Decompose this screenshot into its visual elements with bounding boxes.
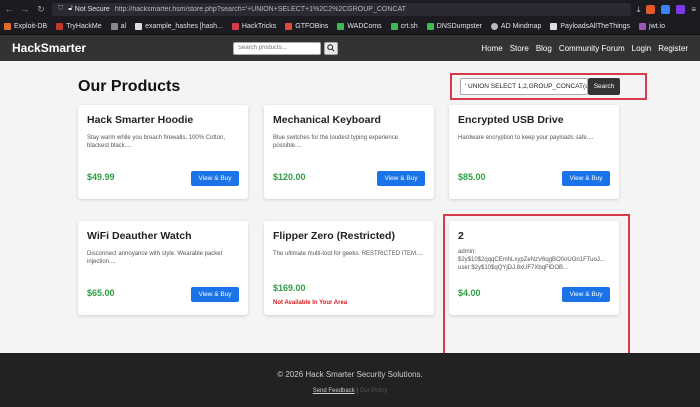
product-description: Stay warm while you breach firewalls. 10… [87,135,226,149]
footer-separator: | [356,388,358,394]
restricted-notice: Not Available In Your Area [273,300,348,306]
foxyproxy-icon[interactable] [676,4,686,14]
view-buy-button[interactable]: View & Buy [562,171,610,186]
view-buy-button[interactable]: View & Buy [191,287,239,302]
nav-links: Home Store Blog Community Forum Login Re… [481,44,688,53]
bookmark-icon [390,22,398,30]
nav-link-blog[interactable]: Blog [536,44,552,53]
nav-link-store[interactable]: Store [510,44,529,53]
search-icon [327,44,335,52]
product-card: Hack Smarter Hoodie Stay warm while you … [78,105,248,199]
bookmark-icon [285,22,293,30]
website-viewport: HackSmarter Home Store Blog Community Fo… [0,35,700,407]
product-price: $169.00 [273,283,306,293]
product-title[interactable]: Flipper Zero (Restricted) [273,230,425,242]
product-price: $65.00 [87,288,115,298]
product-description: Hardware encryption to keep your payload… [458,135,594,141]
send-feedback-link[interactable]: Send Feedback [313,388,355,394]
bookmark-item[interactable]: Exploit-DB [4,22,47,30]
nav-link-register[interactable]: Register [658,44,688,53]
menu-icon[interactable]: ≡ [691,5,696,14]
reload-icon[interactable]: ↻ [36,4,46,15]
product-title[interactable]: Encrypted USB Drive [458,114,610,126]
nav-search [233,41,338,55]
bookmark-item[interactable]: GTFOBins [285,22,328,30]
product-title[interactable]: 2 [458,230,610,242]
folder-icon [110,22,118,30]
nav-link-community-forum[interactable]: Community Forum [559,44,625,53]
nav-search-input[interactable] [233,41,321,55]
browser-toolbar: ← → ↻ ⛉ 🔓︎ Not Secure http://hacksmarter… [0,0,700,18]
footer-copyright: © 2026 Hack Smarter Security Solutions. [277,370,423,379]
product-title[interactable]: Hack Smarter Hoodie [87,114,239,126]
bookmark-icon [56,22,64,30]
bookmark-item[interactable]: example_hashes [hash... [135,22,223,30]
star-extension-icon[interactable] [661,4,671,14]
bookmark-icon [4,22,11,30]
nav-search-button[interactable] [324,41,338,55]
view-buy-button[interactable]: View & Buy [562,287,610,302]
not-secure-indicator[interactable]: 🔓︎ Not Secure [68,5,110,13]
url-text: http://hacksmarter.hsm/store.php?search=… [114,5,406,13]
leaked-line: user:$2y$10$qQYjDJ.8xUF7XbqFlDOB... [458,265,569,271]
shield-icon: ⛉ [58,5,64,12]
bookmarks-bar: Exploit-DB TryHackMe al example_hashes [… [0,18,700,35]
view-buy-button[interactable]: View & Buy [191,171,239,186]
product-description: The ultimate multi-tool for geeks. RESTR… [273,251,423,257]
globe-icon [490,22,498,30]
product-price: $4.00 [458,288,481,298]
site-navbar: HackSmarter Home Store Blog Community Fo… [0,35,700,61]
footer-links: Send Feedback | Our Policy [0,388,700,394]
nav-link-home[interactable]: Home [481,44,502,53]
page-icon [135,22,143,30]
product-description: Disconnect annoyance with style. Wearabl… [87,251,223,265]
leaked-credentials: admin: $2y$10$2qqqCEmhLxypZeNzV6qgBO0oUG… [458,248,618,272]
product-search-input[interactable]: ' UNION SELECT 1,2,GROUP_CONCAT(use [460,78,588,95]
url-bar[interactable]: ⛉ 🔓︎ Not Secure http://hacksmarter.hsm/s… [52,2,631,16]
footer-policy-link[interactable]: Our Policy [360,388,388,394]
unlocked-icon: 🔓︎ [68,5,73,12]
download-icon[interactable]: ⤓ [637,5,641,14]
back-icon[interactable]: ← [4,4,14,14]
product-price: $120.00 [273,172,306,182]
bookmark-item[interactable]: AD Mindmap [490,22,541,30]
bookmark-item[interactable]: HackTricks [231,22,276,30]
bookmark-item[interactable]: WADComs [337,22,382,30]
product-card: Flipper Zero (Restricted) The ultimate m… [264,221,434,315]
shield-extension-icon[interactable] [646,4,656,14]
product-title[interactable]: Mechanical Keyboard [273,114,425,126]
product-card: Mechanical Keyboard Blue switches for th… [264,105,434,199]
product-title[interactable]: WiFi Deauther Watch [87,230,239,242]
bookmark-item[interactable]: DNSDumpster [426,22,482,30]
leaked-line: admin: [458,249,477,255]
nav-link-login[interactable]: Login [632,44,652,53]
bookmark-item[interactable]: TryHackMe [56,22,102,30]
product-card: WiFi Deauther Watch Disconnect annoyance… [78,221,248,315]
site-footer: © 2026 Hack Smarter Security Solutions. … [0,353,700,407]
bookmark-icon [639,22,647,30]
product-price: $49.99 [87,172,115,182]
bookmark-icon [337,22,345,30]
product-card: 2 admin: $2y$10$2qqqCEmhLxypZeNzV6qgBO0o… [449,221,619,315]
product-card: Encrypted USB Drive Hardware encryption … [449,105,619,199]
product-description: Blue switches for the loudest typing exp… [273,135,399,149]
page-title: Our Products [78,78,181,95]
bookmark-item[interactable]: jwt.io [639,22,665,30]
bookmark-item[interactable]: crt.sh [390,22,418,30]
leaked-line: $2y$10$2qqqCEmhLxypZeNzV6qgBO0oUGn1FTuoJ… [458,257,605,263]
product-search-button[interactable]: Search [588,78,620,95]
view-buy-button[interactable]: View & Buy [377,171,425,186]
bookmark-item[interactable]: PayloadsAllTheThings [550,22,630,30]
forward-icon[interactable]: → [20,4,30,14]
bookmark-icon [426,22,434,30]
bookmark-item[interactable]: al [110,22,126,30]
bookmark-icon [231,22,239,30]
product-price: $85.00 [458,172,486,182]
page-icon [550,22,558,30]
site-brand[interactable]: HackSmarter [12,41,233,55]
